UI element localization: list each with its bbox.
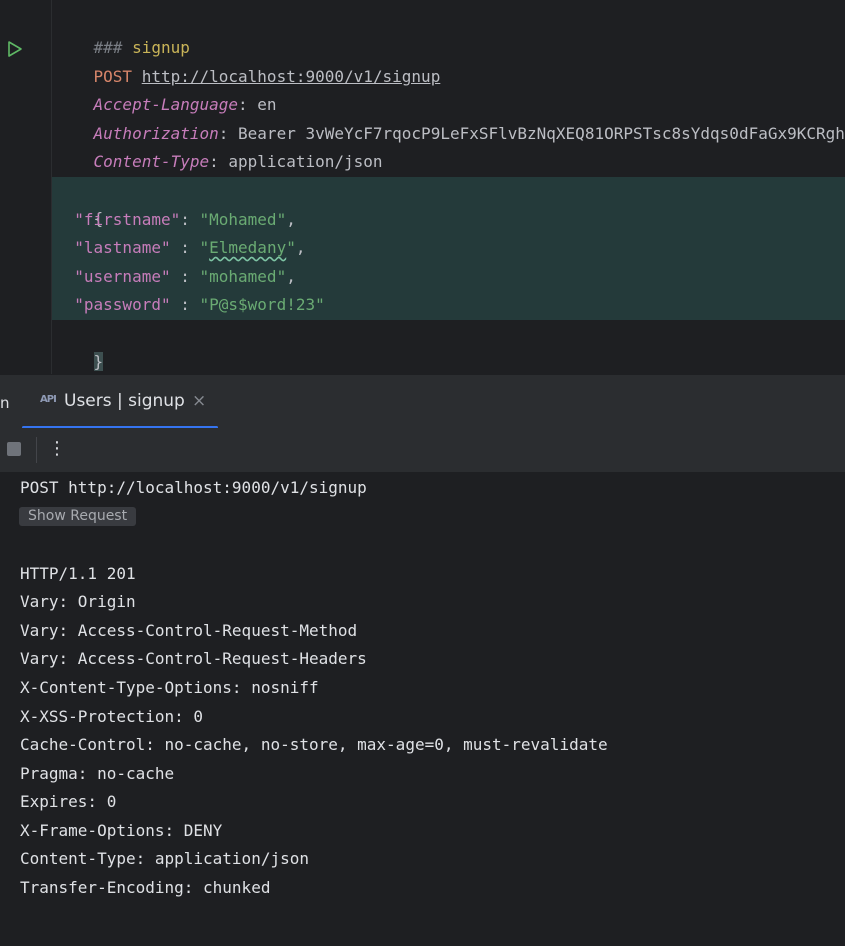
spelling-warning[interactable]: Elmedany [209,238,286,257]
body-field[interactable]: "lastname" : "Elmedany", [55,234,305,262]
response-header: Vary: Access-Control-Request-Method [20,621,358,640]
close-icon[interactable]: × [192,391,206,411]
more-options-icon[interactable]: ⋮ [48,436,66,462]
response-header: Content-Type: application/json [20,849,309,868]
stop-icon[interactable] [7,442,21,456]
header-line[interactable]: Authorization: Bearer 3vWeYcF7rqocP9LeFx… [55,92,845,143]
response-request-line: POST http://localhost:9000/v1/signup [20,478,367,497]
clipped-tab-label[interactable]: n [0,394,10,412]
services-tab-bar: n API Users | signup × [0,374,845,429]
json-key: "firstname" [74,210,181,229]
header-line[interactable]: Accept-Language: en [55,63,277,114]
run-request-icon[interactable] [6,40,24,58]
api-icon: API [40,394,57,405]
json-value: "mohamed" [199,267,287,286]
response-output[interactable]: POST http://localhost:9000/v1/signup Sho… [0,472,845,946]
comment-line[interactable]: ### signup [55,6,190,57]
body-open-brace[interactable]: { [55,177,104,228]
header-key: Content-Type [93,152,210,171]
response-toolbar: ⋮ [0,428,845,472]
body-field[interactable]: "username" : "mohamed", [55,263,296,291]
json-key: "lastname" [74,238,171,257]
response-header: Cache-Control: no-cache, no-store, max-a… [20,735,608,754]
response-header: Pragma: no-cache [20,764,175,783]
http-editor[interactable]: ### signup POST http://localhost:9000/v1… [0,0,845,374]
body-field[interactable]: "firstname": "Mohamed", [55,206,296,234]
toolbar-divider [36,437,37,463]
response-header: X-Frame-Options: DENY [20,821,223,840]
tab-users-signup[interactable]: API Users | signup × [22,375,218,429]
response-header: Vary: Access-Control-Request-Headers [20,649,367,668]
json-value: "Mohamed" [199,210,287,229]
tab-label: Users | signup [64,391,185,411]
json-value: "P@s$word!23" [199,295,325,314]
response-header: Expires: 0 [20,792,117,811]
response-status-line: HTTP/1.1 201 [20,564,136,583]
body-field[interactable]: "password" : "P@s$word!23" [55,291,325,319]
show-request-button[interactable]: Show Request [19,507,137,526]
body-close-brace[interactable]: } [55,320,104,371]
header-line[interactable]: Content-Type: application/json [55,120,383,171]
request-line[interactable]: POST http://localhost:9000/v1/signup [55,35,441,86]
json-key: "password" [74,295,171,314]
json-key: "username" [74,267,171,286]
response-header: X-XSS-Protection: 0 [20,707,204,726]
response-header: Vary: Origin [20,592,136,611]
header-value: application/json [228,152,383,171]
response-header: Transfer-Encoding: chunked [20,878,271,897]
response-header: X-Content-Type-Options: nosniff [20,678,319,697]
